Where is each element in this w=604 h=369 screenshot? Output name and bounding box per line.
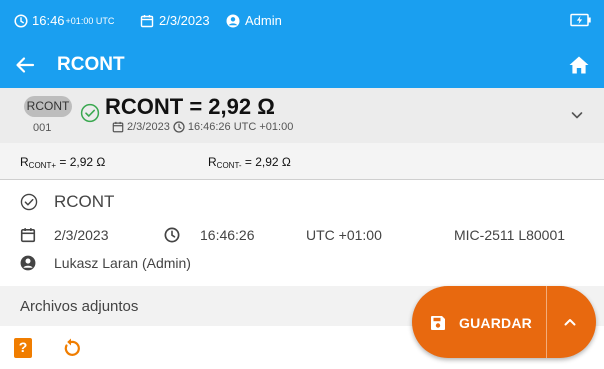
undo-icon[interactable] (60, 337, 82, 359)
rcont-minus-subscript: CONT- (216, 161, 242, 170)
record-number: 001 (33, 122, 52, 134)
clock-icon (14, 14, 28, 28)
main-result-value: RCONT = 2,92 Ω (105, 94, 275, 119)
status-time-text: 16:46 (32, 13, 65, 28)
save-icon (431, 316, 445, 330)
help-icon[interactable]: ? (14, 338, 32, 358)
measurement-details: RCONT 2/3/2023 16:46:26 UTC +01:00 MIC-2… (0, 181, 604, 286)
status-time: 16:46 +01:00 UTC (14, 14, 114, 28)
rcont-minus-number: = 2,92 Ω (241, 155, 291, 169)
result-time: 16:46:26 UTC +01:00 (187, 121, 294, 133)
details-datetime-row: 2/3/2023 16:46:26 UTC +01:00 MIC-2511 L8… (0, 225, 604, 245)
back-arrow-icon[interactable] (14, 54, 36, 76)
status-user-text: Admin (245, 13, 282, 28)
rcont-minus-symbol: R (208, 155, 217, 169)
calendar-icon (20, 228, 36, 243)
result-timestamp: 2/3/2023 16:46:26 UTC +01:00 (112, 121, 293, 133)
measurement-badge: RCONT (24, 96, 72, 117)
details-time: 16:46:26 (200, 227, 255, 243)
check-circle-icon (20, 193, 38, 211)
save-button[interactable]: GUARDAR (412, 286, 546, 358)
sub-values-row: RCONT+ = 2,92 Ω RCONT- = 2,92 Ω (0, 143, 604, 180)
details-user-row: Lukasz Laran (Admin) (0, 253, 604, 273)
app-bar: RCONT (0, 42, 604, 88)
rcont-plus-number: = 2,92 Ω (56, 155, 106, 169)
calendar-icon (140, 15, 154, 28)
home-icon[interactable] (568, 54, 590, 76)
status-date-text: 2/3/2023 (159, 13, 210, 28)
check-circle-icon (80, 103, 100, 123)
save-button-label: GUARDAR (459, 315, 532, 331)
details-title-row: RCONT (0, 191, 604, 213)
chevron-up-icon (564, 319, 576, 326)
save-fab: GUARDAR (412, 286, 596, 358)
details-date: 2/3/2023 (54, 227, 109, 243)
status-bar: 16:46 +01:00 UTC 2/3/2023 Admin (0, 0, 604, 42)
attachments-label: Archivos adjuntos (20, 298, 139, 315)
clock-icon (164, 227, 180, 243)
details-timezone: UTC +01:00 (306, 227, 382, 243)
rcont-minus-value: RCONT- = 2,92 Ω (208, 155, 291, 170)
user-icon (226, 14, 240, 28)
save-options-button[interactable] (547, 286, 596, 358)
clock-icon (173, 121, 185, 133)
page-title: RCONT (57, 54, 125, 75)
rcont-plus-subscript: CONT+ (28, 161, 57, 170)
status-date: 2/3/2023 (140, 14, 210, 28)
status-user: Admin (226, 14, 282, 28)
status-timezone: +01:00 UTC (65, 16, 115, 26)
details-user: Lukasz Laran (Admin) (54, 255, 191, 271)
calendar-icon (112, 121, 124, 133)
battery-charging-icon (570, 13, 591, 27)
details-title: RCONT (54, 192, 115, 211)
chevron-down-icon[interactable] (570, 108, 584, 122)
rcont-plus-value: RCONT+ = 2,92 Ω (20, 155, 105, 170)
result-date: 2/3/2023 (127, 121, 170, 133)
rcont-plus-symbol: R (20, 155, 29, 169)
details-device: MIC-2511 L80001 (454, 227, 566, 243)
result-card[interactable]: RCONT 001 RCONT = 2,92 Ω 2/3/2023 16:46:… (0, 88, 604, 143)
user-icon (20, 255, 36, 271)
